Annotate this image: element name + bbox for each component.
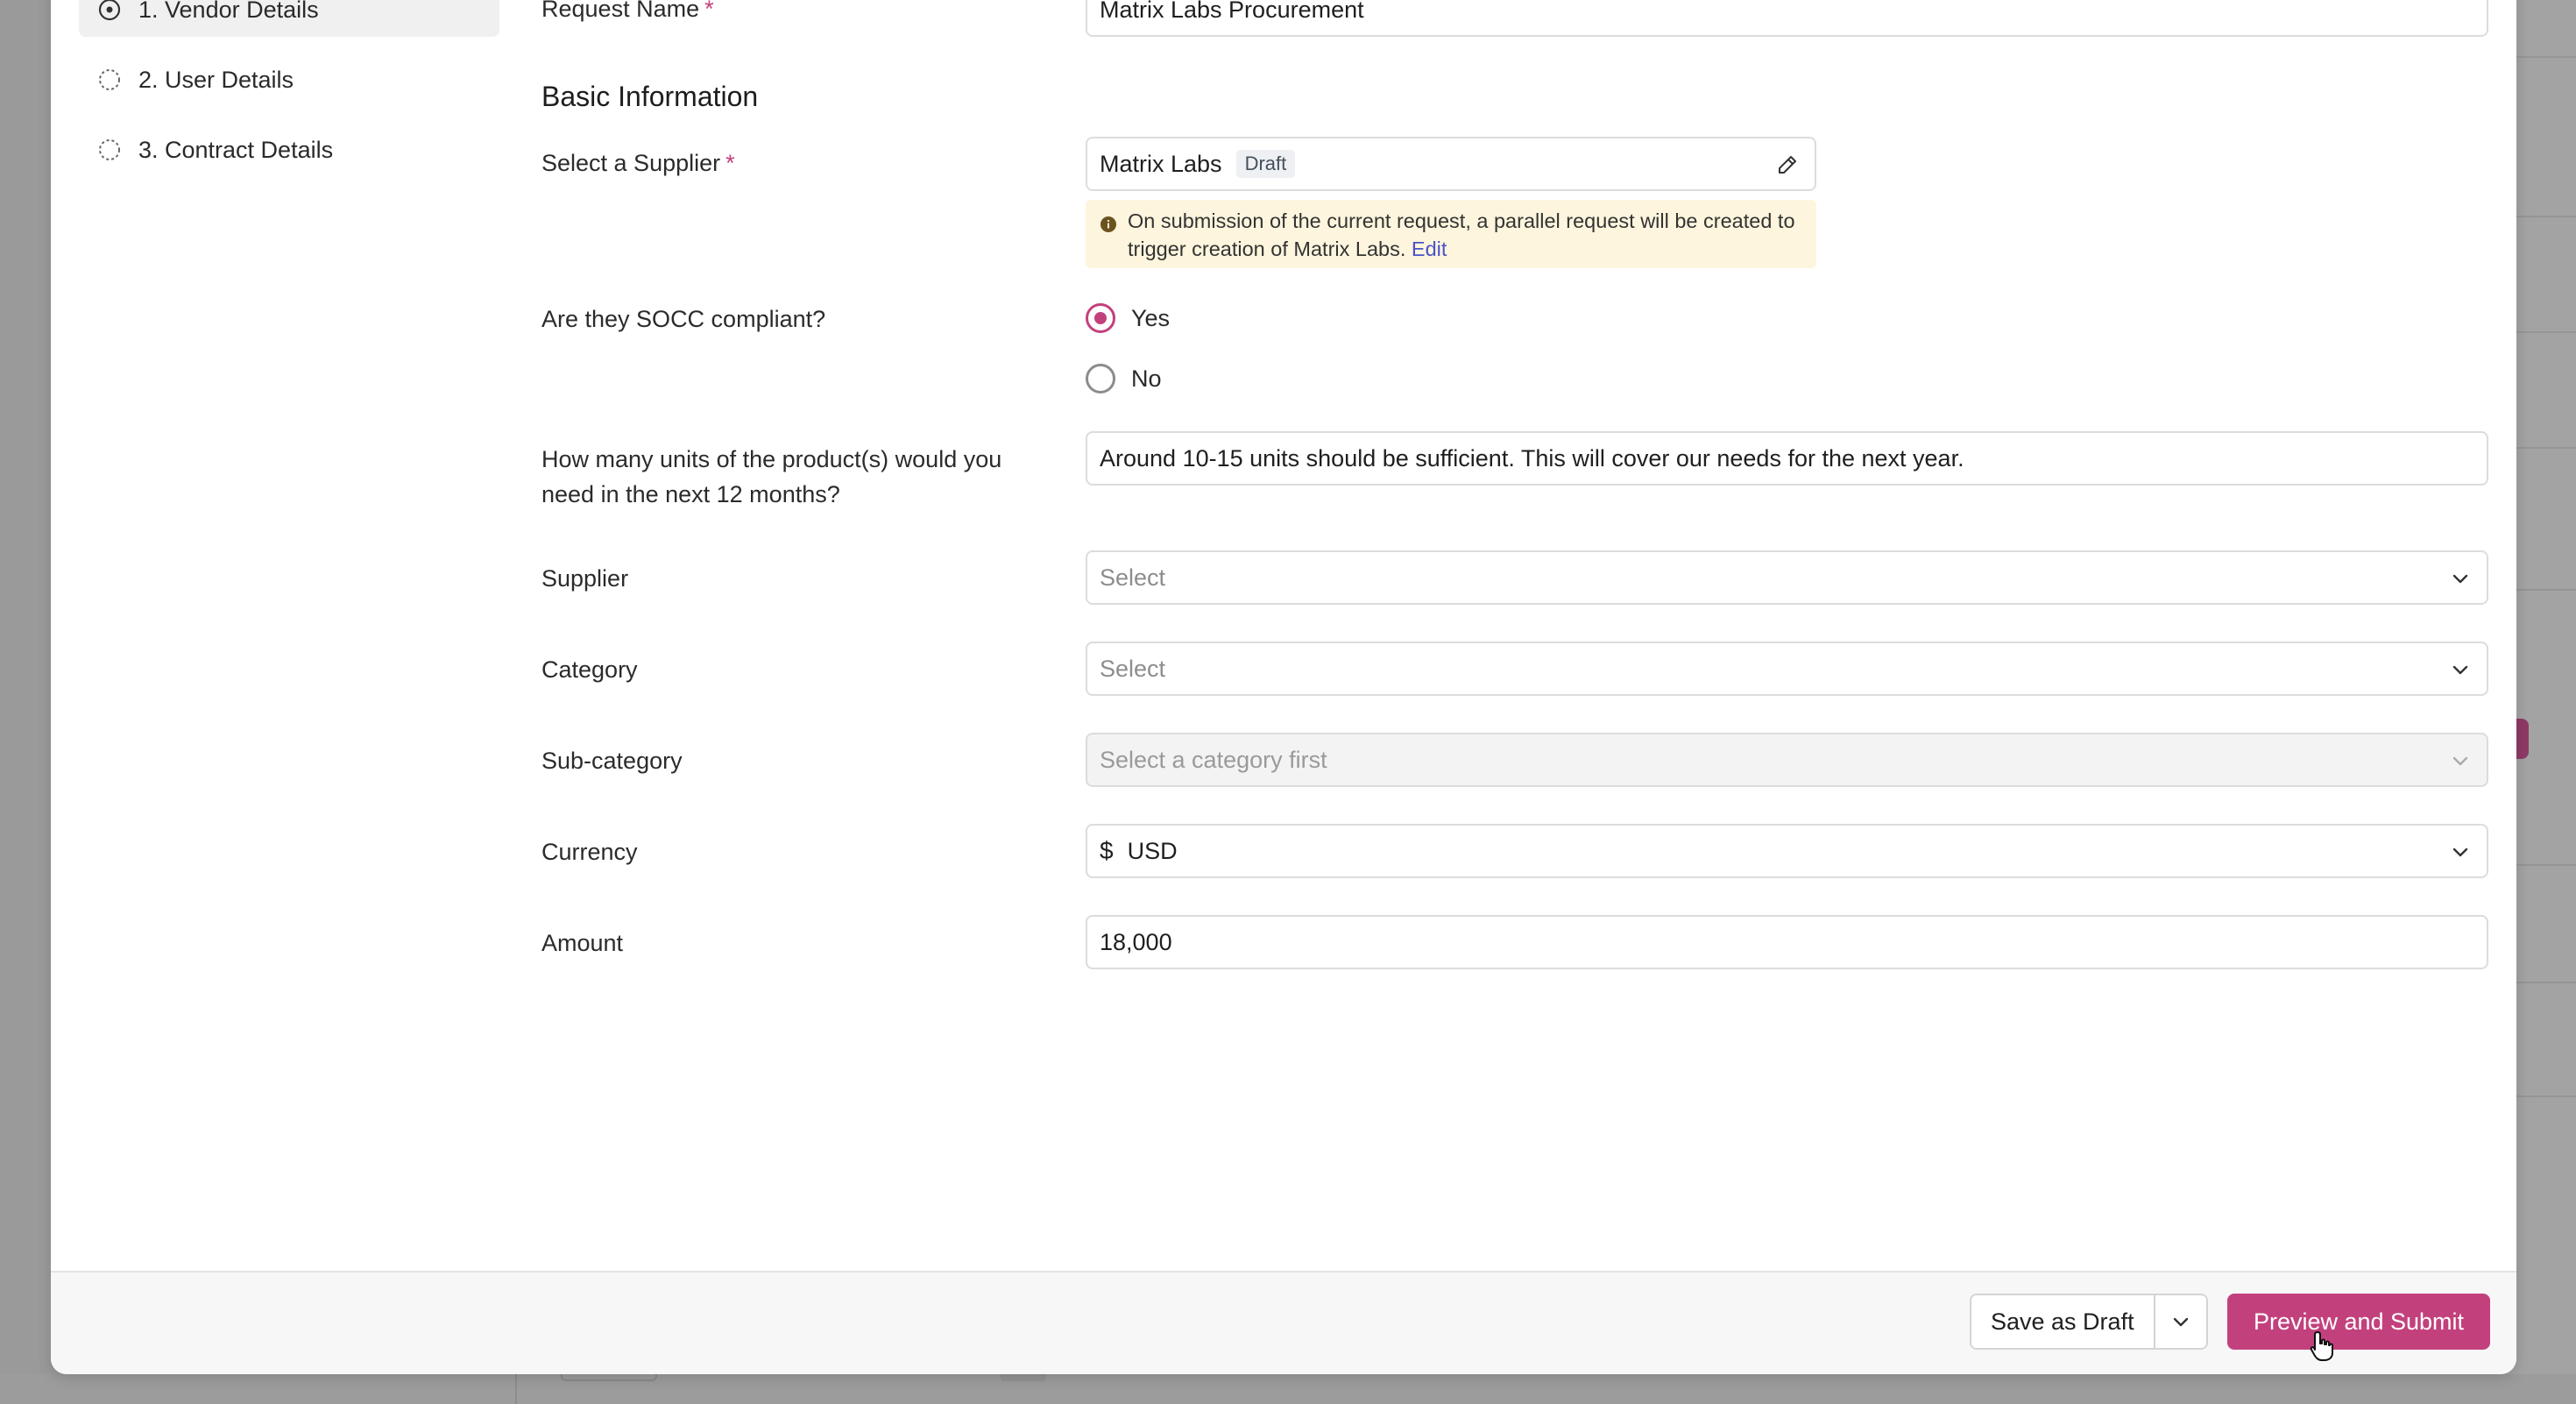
- required-marker: *: [725, 150, 735, 176]
- supplier-select[interactable]: Select: [1086, 550, 2488, 605]
- currency-label: Currency: [541, 839, 638, 865]
- notice-text: On submission of the current request, a …: [1128, 209, 1795, 260]
- request-name-label-text: Request Name: [541, 0, 700, 22]
- amount-input[interactable]: 18,000: [1086, 915, 2488, 969]
- step-label: 1. Vendor Details: [138, 0, 319, 23]
- pencil-icon[interactable]: [1776, 153, 1799, 176]
- step-pending-icon: [98, 138, 121, 161]
- save-draft-button[interactable]: Save as Draft: [1971, 1295, 2154, 1348]
- background-divider: [2506, 589, 2576, 591]
- background-divider: [515, 1374, 517, 1404]
- background-divider: [2506, 331, 2576, 333]
- background-app-right: [2506, 0, 2576, 1404]
- chevron-down-icon: [2450, 750, 2471, 771]
- save-draft-menu-button[interactable]: [2153, 1295, 2206, 1348]
- step-user-details[interactable]: 2. User Details: [79, 53, 499, 107]
- subcategory-label: Sub-category: [541, 748, 683, 774]
- step-contract-details[interactable]: 3. Contract Details: [79, 123, 499, 177]
- supplier-label: Supplier: [541, 565, 629, 592]
- category-select[interactable]: Select: [1086, 642, 2488, 696]
- socc-label: Are they SOCC compliant?: [541, 306, 826, 332]
- required-marker: *: [704, 0, 714, 22]
- hand-cursor-icon: [2310, 1331, 2333, 1361]
- request-name-value: Matrix Labs Procurement: [1100, 0, 1364, 23]
- background-divider: [2506, 216, 2576, 217]
- background-divider: [2506, 864, 2576, 866]
- draft-badge: Draft: [1235, 150, 1296, 178]
- amount-label: Amount: [541, 930, 624, 956]
- radio-label: Yes: [1131, 304, 1171, 331]
- request-modal: 1. Vendor Details 2. User Details 3. Con…: [51, 0, 2516, 1374]
- step-pending-icon: [98, 68, 121, 91]
- preview-submit-button[interactable]: Preview and Submit: [2227, 1294, 2490, 1350]
- radio-unselected-icon[interactable]: [1086, 364, 1115, 394]
- step-label: 3. Contract Details: [138, 136, 334, 163]
- chevron-down-icon: [2450, 659, 2471, 680]
- background-tab: [561, 1374, 657, 1381]
- notice-edit-link[interactable]: Edit: [1412, 238, 1447, 260]
- chevron-down-icon: [2450, 568, 2471, 589]
- category-label: Category: [541, 656, 638, 683]
- category-placeholder: Select: [1100, 655, 1166, 682]
- selected-supplier-field[interactable]: Matrix Labs Draft: [1086, 137, 1816, 191]
- background-tab: [1001, 1374, 1046, 1381]
- request-name-label: Request Name *: [541, 0, 714, 26]
- background-divider: [2506, 1096, 2576, 1097]
- subcategory-select[interactable]: Select a category first: [1086, 733, 2488, 787]
- select-supplier-label: Select a Supplier *: [541, 145, 735, 181]
- radio-label: No: [1131, 365, 1162, 392]
- units-input[interactable]: Around 10-15 units should be sufficient.…: [1086, 431, 2488, 486]
- background-divider: [2506, 982, 2576, 983]
- modal-footer: Save as Draft Preview and Submit: [51, 1271, 2516, 1374]
- request-name-input[interactable]: Matrix Labs Procurement: [1086, 0, 2488, 37]
- selected-supplier-value: Matrix Labs: [1100, 150, 1222, 177]
- background-divider: [2506, 447, 2576, 449]
- chevron-down-icon: [2173, 1317, 2188, 1327]
- supplier-placeholder: Select: [1100, 564, 1166, 591]
- socc-option-no[interactable]: No: [1086, 364, 1162, 394]
- radio-selected-icon[interactable]: [1086, 303, 1115, 333]
- supplier-notice: On submission of the current request, a …: [1086, 200, 1816, 268]
- step-vendor-details[interactable]: 1. Vendor Details: [79, 0, 499, 37]
- section-title: Basic Information: [541, 81, 759, 112]
- dollar-icon: $: [1100, 837, 1114, 864]
- amount-value: 18,000: [1100, 928, 1172, 955]
- subcategory-placeholder: Select a category first: [1100, 746, 1327, 773]
- info-icon: [1100, 212, 1117, 232]
- currency-value: USD: [1127, 837, 1178, 864]
- step-label: 2. User Details: [138, 66, 294, 93]
- chevron-down-icon: [2450, 841, 2471, 862]
- units-label: How many units of the product(s) would y…: [541, 446, 1002, 507]
- background-divider: [2506, 56, 2576, 58]
- background-app-bottom: [0, 1374, 2576, 1404]
- units-value: Around 10-15 units should be sufficient.…: [1100, 444, 1964, 472]
- step-active-icon: [98, 0, 121, 21]
- save-draft-group: Save as Draft: [1970, 1294, 2208, 1350]
- currency-select[interactable]: $ USD: [1086, 824, 2488, 878]
- select-supplier-label-text: Select a Supplier: [541, 150, 721, 176]
- socc-option-yes[interactable]: Yes: [1086, 303, 1170, 333]
